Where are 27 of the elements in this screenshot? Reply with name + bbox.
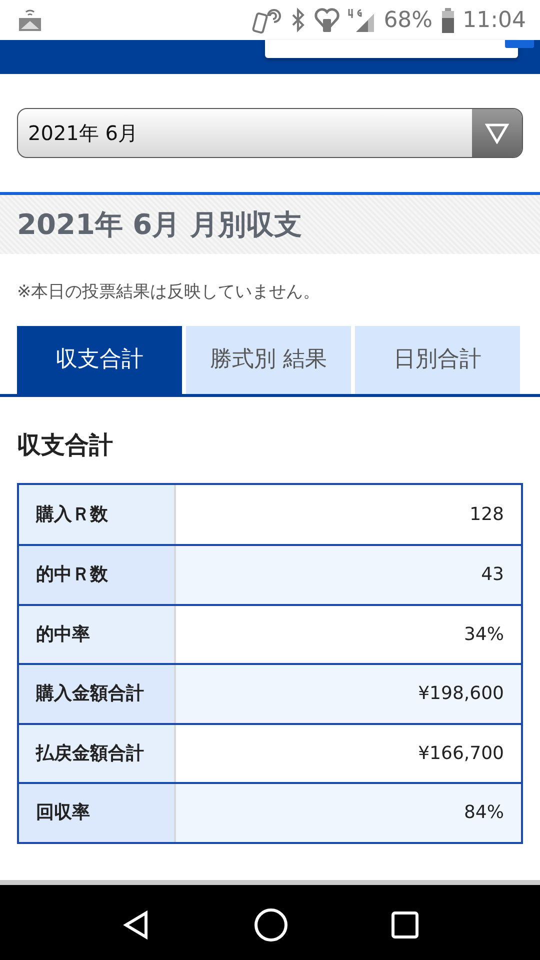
row-value: 84% [176, 784, 521, 842]
tab[interactable]: 日別合計 [355, 326, 520, 394]
summary-title: 収支合計 [17, 430, 114, 460]
row-label: 購入Ｒ数 [19, 484, 176, 544]
tab[interactable]: 収支合計 [17, 326, 182, 394]
row-label: 購入金額合計 [19, 665, 176, 722]
row-label: 的中Ｒ数 [19, 546, 176, 604]
battery-icon [440, 7, 455, 33]
bluetooth-icon [290, 7, 306, 33]
recents-icon[interactable] [391, 910, 419, 938]
section-title: 2021年 6月 月別収支 [17, 206, 302, 242]
row-value: 43 [176, 546, 521, 604]
row-label: 払戻金額合計 [19, 724, 176, 782]
month-select[interactable]: 2021年 6月 [17, 108, 523, 158]
note-text: ※本日の投票結果は反映していません。 [17, 281, 322, 304]
row-label: 的中率 [19, 606, 176, 663]
home-icon[interactable] [253, 906, 289, 942]
row-label: 回収率 [19, 784, 176, 842]
tab[interactable]: 勝式別 結果 [186, 326, 351, 394]
row-value: ¥198,600 [176, 665, 521, 722]
phone-nfc-icon [252, 6, 282, 34]
battery-percent: 68% [384, 6, 433, 34]
dropdown-arrow-icon [485, 122, 509, 144]
cast-icon [18, 8, 42, 32]
signal-4g-icon [348, 6, 376, 34]
heart-phone-icon [314, 6, 340, 34]
clock-time: 11:04 [462, 6, 526, 34]
